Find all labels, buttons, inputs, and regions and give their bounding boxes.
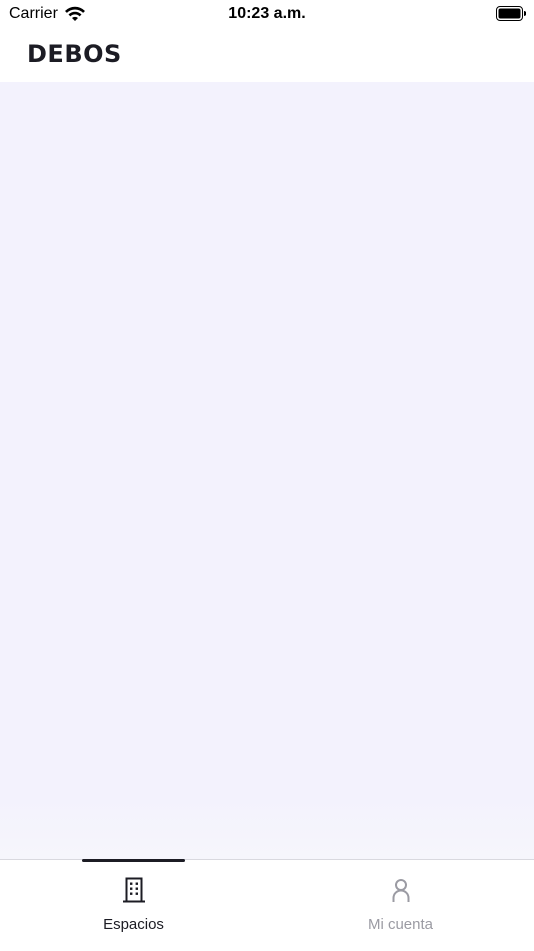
tab-mi-cuenta-label: Mi cuenta: [367, 916, 434, 933]
tab-bar: Espacios Mi cuenta: [0, 859, 534, 951]
tab-espacios[interactable]: Espacios: [0, 859, 267, 951]
tab-mi-cuenta[interactable]: Mi cuenta: [267, 860, 534, 951]
tab-espacios-label: Espacios: [103, 916, 164, 933]
person-icon: [392, 879, 409, 902]
status-bar: Carrier 10:23 a.m.: [0, 0, 534, 30]
active-tab-indicator: [82, 859, 185, 862]
main-content-area: [0, 82, 534, 860]
app-header: DEBOS: [0, 30, 534, 82]
battery-icon: [496, 6, 526, 21]
status-time: 10:23 a.m.: [228, 5, 306, 22]
debos-logo: DEBOS: [27, 40, 122, 68]
building-icon: [122, 877, 145, 903]
